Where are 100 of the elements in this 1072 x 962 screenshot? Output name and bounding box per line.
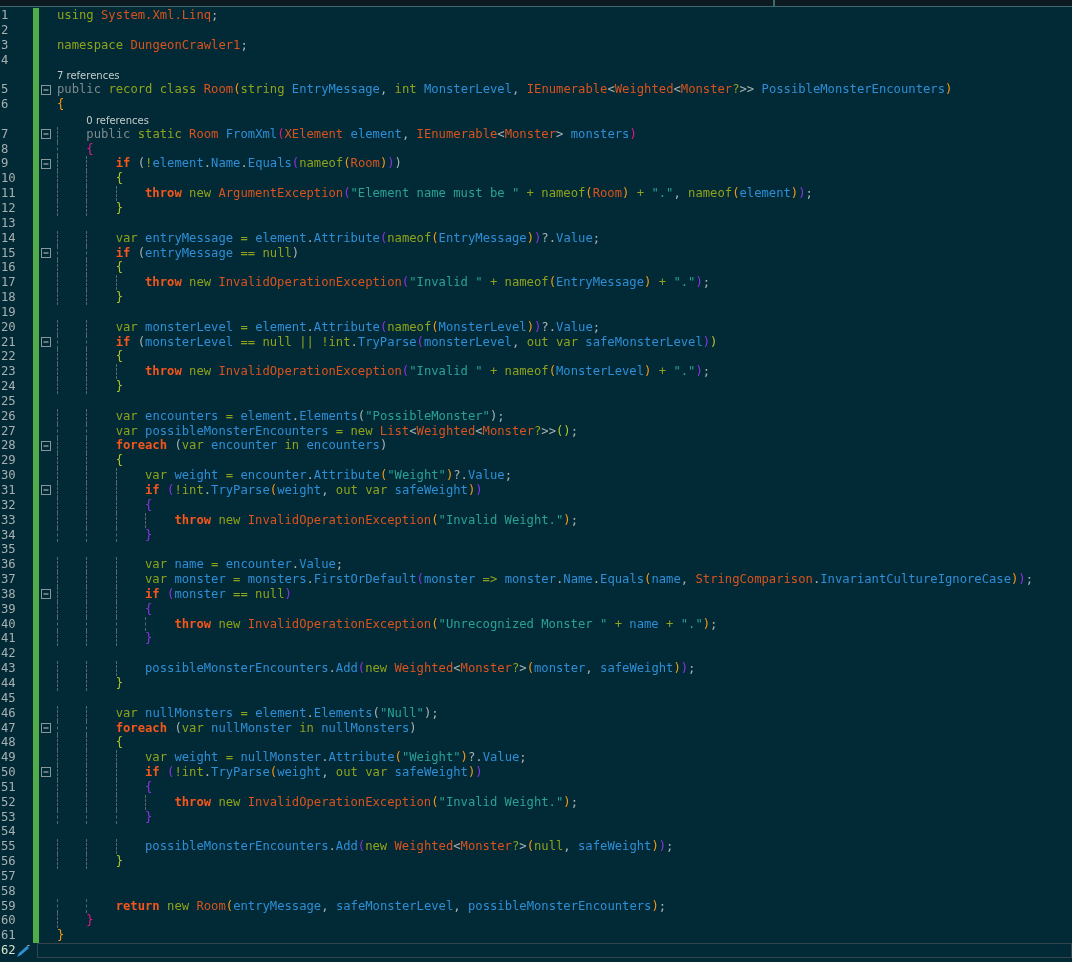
code-line: } (57, 809, 153, 824)
code-line: throw new InvalidOperationException("Unrecognized Monster " + name + "."); (57, 616, 718, 631)
line-number: 31 (1, 483, 16, 497)
code-line: } (57, 854, 124, 869)
code-line: } (57, 913, 94, 928)
code-line: var possibleMonsterEncounters = new List<Weighted<Monster?>>(); (57, 423, 579, 438)
collapse-icon[interactable] (41, 337, 51, 347)
code-line: { (57, 349, 124, 364)
line-number: 3 (1, 37, 9, 52)
line-number: 14 (1, 230, 16, 245)
code-line: { (57, 453, 124, 468)
line-number: 43 (1, 661, 16, 676)
code-line: namespace DungeonCrawler1; (57, 37, 248, 52)
line-number: 47 (1, 720, 16, 735)
line-number: 25 (1, 393, 16, 408)
collapse-icon[interactable] (41, 767, 51, 778)
line-number: 6 (1, 97, 9, 112)
line-number: 62 (1, 943, 16, 958)
code-line: var monster = monsters.FirstOrDefault(monster => monster.Name.Equals(name, StringComparison.InvariantCultureIgnoreCase)); (57, 572, 1034, 587)
line-number: 60 (1, 913, 16, 928)
code-line: { (57, 601, 153, 616)
collapse-icon[interactable] (41, 158, 51, 169)
pen-icon (15, 945, 31, 959)
code-line: if (!int.TryParse(weight, out var safeWeight)) (57, 765, 483, 780)
collapse-icon[interactable] (41, 247, 51, 258)
line-number: 28 (1, 438, 16, 453)
line-number: 12 (1, 200, 16, 215)
code-line: var weight = nullMonster.Attribute("Weight")?.Value; (57, 750, 527, 765)
line-number: 16 (1, 260, 16, 275)
line-number: 29 (1, 453, 16, 468)
line-number: 19 (1, 304, 16, 319)
line-number: 51 (1, 779, 16, 794)
code-line: throw new InvalidOperationException("Invalid Weight."); (57, 794, 578, 809)
code-line: public record class Room(string EntryMessage, int MonsterLevel, IEnumerable<Weighted<Monster?>> PossibleMonsterEncounters) (57, 82, 953, 97)
line-number: 27 (1, 423, 16, 438)
line-number: 24 (1, 379, 16, 394)
code-line: throw new InvalidOperationException("Invalid " + nameof(MonsterLevel) + "."); (57, 364, 711, 379)
line-number: 17 (1, 275, 16, 290)
line-number: 52 (1, 794, 16, 809)
line-number: 44 (1, 675, 16, 690)
code-line: using System.Xml.Linq; (57, 8, 219, 22)
line-number: 49 (1, 750, 16, 765)
code-line: public static Room FromXml(XElement element, IEnumerable<Monster> monsters) (57, 126, 637, 141)
code-line: } (57, 290, 124, 305)
line-number: 15 (1, 245, 16, 260)
code-line: throw new InvalidOperationException("Invalid Weight."); (57, 512, 578, 527)
code-line: var encounters = element.Elements("PossibleMonster"); (57, 408, 505, 423)
line-number: 33 (1, 512, 16, 527)
line-number: 40 (1, 616, 16, 631)
code-line: } (57, 675, 124, 690)
line-number: 5 (1, 82, 9, 97)
code-line: return new Room(entryMessage, safeMonsterLevel, possibleMonsterEncounters); (57, 898, 667, 913)
code-line: { (57, 171, 124, 186)
collapse-icon[interactable] (41, 84, 51, 95)
code-line: } (57, 200, 124, 215)
line-number: 10 (1, 171, 16, 186)
code-line: var monsterLevel = element.Attribute(nameof(MonsterLevel))?.Value; (57, 319, 601, 334)
collapse-icon[interactable] (41, 440, 51, 451)
line-number: 50 (1, 765, 16, 780)
code-line: { (57, 779, 153, 794)
line-number: 37 (1, 572, 16, 587)
collapse-icon[interactable] (41, 485, 51, 496)
code-line: var weight = encounter.Attribute("Weight")?.Value; (57, 468, 512, 483)
code-line: } (57, 379, 124, 394)
references-link[interactable]: 0 references (86, 114, 149, 127)
collapse-icon[interactable] (41, 129, 51, 140)
line-number: 57 (1, 868, 16, 883)
collapse-icon[interactable] (41, 589, 51, 600)
line-number: 11 (1, 186, 16, 201)
references-link[interactable]: 7 references (57, 70, 120, 83)
line-number: 1 (1, 8, 9, 22)
line-number: 38 (1, 586, 16, 601)
code-line: } (57, 928, 65, 943)
code-line: if (!element.Name.Equals(nameof(Room))) (57, 156, 402, 171)
code-line: { (57, 735, 124, 750)
line-number: 41 (1, 631, 16, 646)
line-number: 9 (1, 156, 9, 171)
line-number: 54 (1, 824, 16, 839)
code-line: possibleMonsterEncounters.Add(new Weighted<Monster?>(null, safeWeight)); (57, 839, 674, 854)
line-number: 22 (1, 349, 16, 364)
line-number: 56 (1, 854, 16, 869)
code-line: } (57, 631, 153, 646)
line-number: 30 (1, 468, 16, 483)
line-number: 23 (1, 364, 16, 379)
line-number: 7 (1, 126, 9, 141)
collapse-icon[interactable] (41, 722, 51, 733)
line-number: 48 (1, 735, 16, 750)
code-line: if (monster == null) (57, 586, 292, 601)
line-number: 8 (1, 141, 9, 156)
code-line: { (57, 97, 65, 112)
code-line: throw new ArgumentException("Element name must be " + nameof(Room) + ".", nameof(element)); (57, 186, 813, 201)
line-number: 26 (1, 408, 16, 423)
line-number: 55 (1, 839, 16, 854)
line-number: 61 (1, 928, 16, 943)
line-number: 39 (1, 601, 16, 616)
code-line: if (!int.TryParse(weight, out var safeWeight)) (57, 483, 483, 497)
line-number: 4 (1, 52, 9, 67)
code-line: var entryMessage = element.Attribute(nameof(EntryMessage))?.Value; (57, 230, 601, 245)
line-number: 53 (1, 809, 16, 824)
code-line: } (57, 527, 153, 542)
